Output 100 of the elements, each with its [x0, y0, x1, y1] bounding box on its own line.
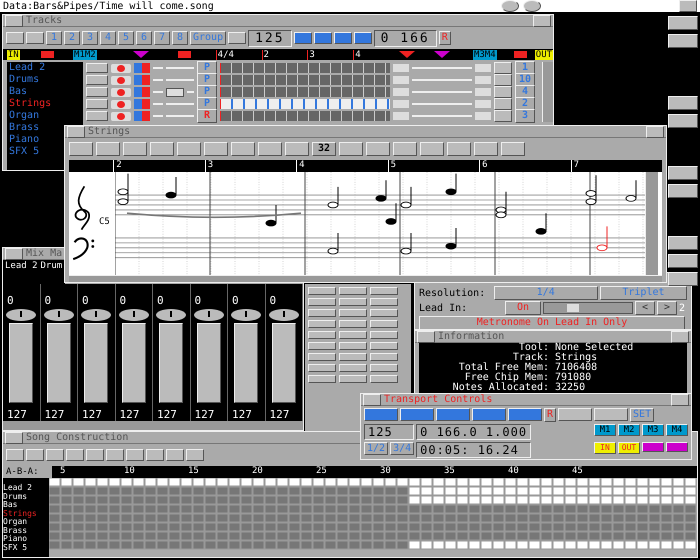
track-name[interactable]: Lead 2	[3, 484, 32, 492]
pan-knob[interactable]	[118, 309, 149, 321]
title-bar[interactable]: Song Construction	[3, 432, 361, 444]
channel-button[interactable]: 3	[515, 109, 535, 123]
record-button[interactable]: R	[438, 31, 451, 45]
bar-number: 45	[572, 466, 584, 478]
track-name[interactable]: Organ	[7, 110, 40, 122]
track-name[interactable]: Organ	[3, 518, 28, 526]
track-name[interactable]: Piano	[3, 535, 28, 544]
note-length-button[interactable]: 32	[312, 142, 336, 156]
track-mode-button[interactable]: R	[197, 109, 217, 123]
eye-icon[interactable]	[111, 112, 131, 120]
track-name[interactable]: Bas	[3, 501, 18, 510]
window-title: Information	[438, 331, 504, 342]
marker-button[interactable]: M4	[666, 424, 688, 436]
metronome-mode-button[interactable]: Metronome On Lead In Only	[419, 316, 685, 329]
triangle-marker-icon[interactable]	[642, 442, 664, 452]
punch-button[interactable]: OUT	[618, 442, 640, 454]
field-label: Resolution:	[419, 288, 486, 298]
close-gadget-icon[interactable]	[5, 432, 23, 444]
eye-icon[interactable]	[111, 76, 131, 84]
volume-fader[interactable]	[159, 323, 184, 403]
track-name[interactable]: SFX 5	[7, 146, 40, 158]
bar-number: 25	[316, 466, 328, 478]
group-button[interactable]: Group	[190, 31, 226, 45]
bar-number: 20	[252, 466, 264, 478]
scrollbar[interactable]	[542, 62, 553, 122]
group-number-button[interactable]: 5	[118, 31, 134, 45]
group-number-button[interactable]: 4	[100, 31, 116, 45]
eye-icon[interactable]	[111, 88, 131, 96]
title-bar[interactable]: Strings	[65, 126, 666, 138]
lead-in-slider[interactable]	[543, 302, 633, 314]
pan-knob[interactable]	[268, 309, 299, 321]
depth-gadget-icon[interactable]	[671, 394, 689, 406]
resolution-button[interactable]: 1/4	[494, 286, 598, 300]
meter-button[interactable]: 1/2	[364, 442, 388, 455]
marker-button[interactable]: M2	[618, 424, 640, 436]
meter-button[interactable]: 3/4	[390, 442, 414, 455]
triplet-button[interactable]: Triplet	[600, 286, 688, 300]
screen-depth-icon[interactable]	[679, 0, 697, 12]
track-name[interactable]: Lead 2	[7, 62, 46, 74]
title-bar[interactable]: Information	[415, 331, 691, 343]
volume-fader[interactable]	[9, 323, 34, 403]
group-number-button[interactable]: 6	[136, 31, 152, 45]
volume-fader[interactable]	[84, 323, 108, 403]
time-display: 00:05: 16.24	[416, 442, 532, 458]
eye-icon[interactable]	[111, 64, 131, 72]
group-number-button[interactable]: 2	[64, 31, 80, 45]
volume-fader[interactable]	[196, 323, 221, 403]
track-name[interactable]: Strings	[3, 510, 37, 518]
marker-button[interactable]: M1	[594, 424, 616, 436]
info-value: 7106408	[555, 363, 598, 373]
window-title: Song Construction	[26, 432, 128, 443]
title-bar[interactable]: Transport Controls	[361, 394, 691, 406]
record-button[interactable]: R	[544, 408, 556, 422]
volume-fader[interactable]	[46, 323, 71, 403]
info-value: 791080	[555, 373, 592, 383]
pan-knob[interactable]	[6, 309, 36, 321]
group-number-button[interactable]: 1	[46, 31, 62, 45]
lead-in-toggle[interactable]: On	[505, 301, 541, 315]
track-name[interactable]: SFX 5	[3, 544, 28, 552]
group-number-button[interactable]: 3	[82, 31, 98, 45]
pan-knob[interactable]	[44, 309, 74, 321]
volume-fader[interactable]	[234, 323, 258, 403]
scrollbar[interactable]	[645, 172, 658, 275]
track-name[interactable]: Brass	[7, 122, 40, 134]
eye-icon[interactable]	[111, 100, 131, 108]
depth-gadget-icon[interactable]	[646, 126, 664, 138]
punch-button[interactable]: IN	[594, 442, 616, 454]
meter-label: 4/4	[216, 50, 262, 60]
close-gadget-icon[interactable]	[5, 15, 23, 26]
group-number-button[interactable]: 7	[154, 31, 170, 45]
track-name[interactable]: Drums	[3, 492, 28, 501]
track-name[interactable]: Piano	[7, 134, 40, 146]
title-bar[interactable]: Tracks	[3, 15, 553, 27]
set-button[interactable]: SET	[630, 408, 654, 422]
track-name[interactable]: Brass	[3, 526, 28, 535]
pan-knob[interactable]	[194, 309, 224, 321]
pan-knob[interactable]	[156, 309, 186, 321]
arrow-button[interactable]: >	[657, 301, 677, 315]
triangle-marker-icon[interactable]	[666, 442, 688, 452]
title-bar[interactable]: Mix Ma	[3, 248, 65, 260]
track-name[interactable]: Bas	[7, 86, 28, 98]
pan-knob[interactable]	[81, 309, 112, 321]
close-gadget-icon[interactable]	[417, 331, 435, 342]
close-gadget-icon[interactable]	[363, 394, 381, 406]
track-name[interactable]: Drums	[7, 74, 40, 86]
volume-fader[interactable]	[272, 323, 296, 403]
volume-fader[interactable]	[122, 323, 146, 403]
close-gadget-icon[interactable]	[67, 126, 85, 138]
track-name[interactable]: Strings	[7, 98, 52, 110]
arrow-button[interactable]: <	[635, 301, 655, 315]
group-number-button[interactable]: 8	[172, 31, 188, 45]
pan-knob[interactable]	[231, 309, 262, 321]
depth-gadget-icon[interactable]	[671, 331, 689, 342]
input-icon	[134, 111, 150, 121]
close-gadget-icon[interactable]	[5, 248, 23, 260]
marker-button[interactable]: M3	[642, 424, 664, 436]
depth-gadget-icon[interactable]	[533, 15, 551, 26]
scrollbar[interactable]	[3, 421, 303, 430]
